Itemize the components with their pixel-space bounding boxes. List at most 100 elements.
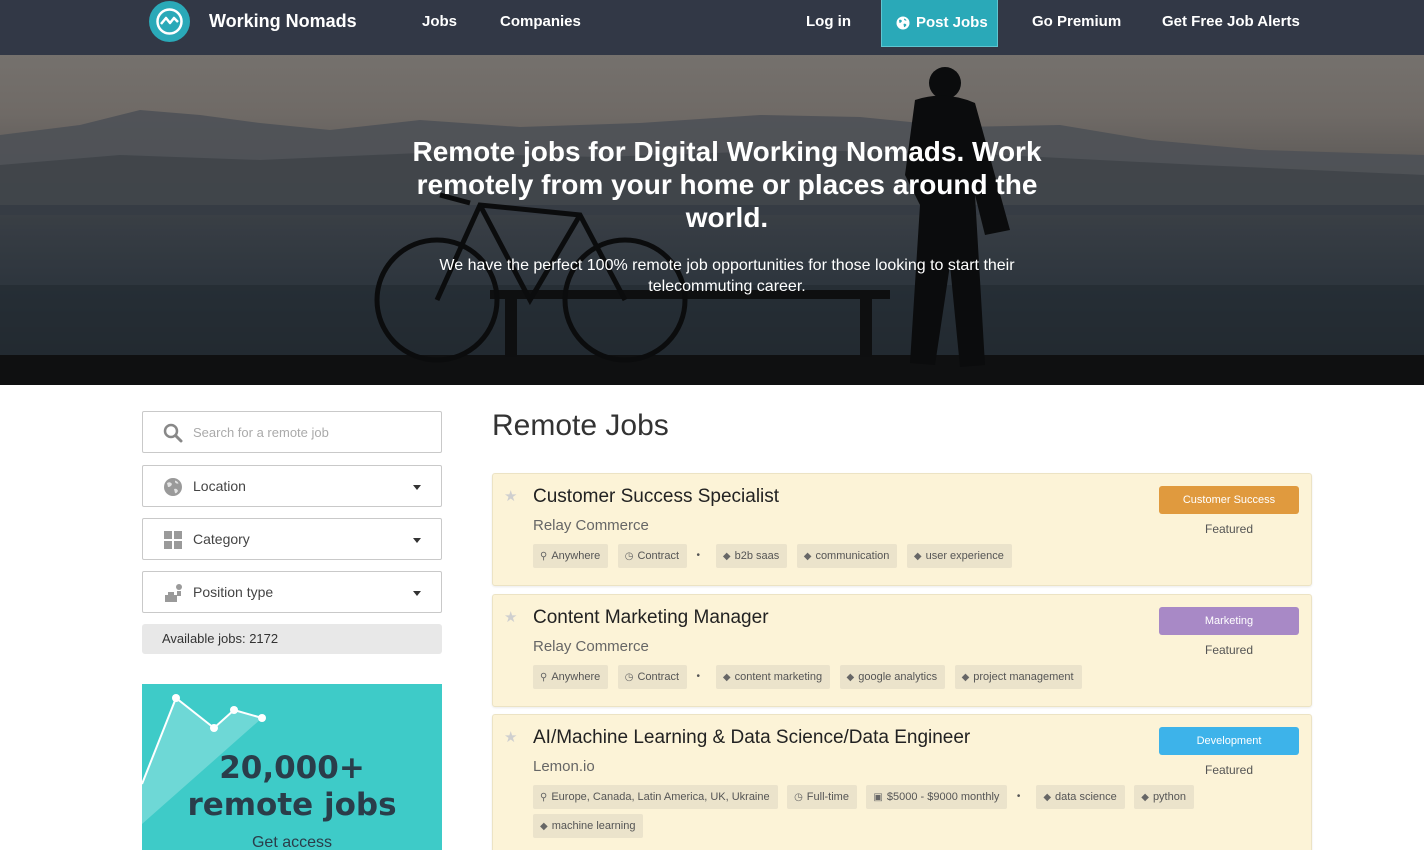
- skill-tag[interactable]: ◆ user experience: [906, 544, 1012, 568]
- location-dropdown[interactable]: Location: [142, 465, 442, 507]
- hero-title: Remote jobs for Digital Working Nomads. …: [412, 136, 1042, 233]
- job-type-tag: ◷ Contract: [617, 544, 688, 568]
- promo-line2: remote jobs: [187, 787, 397, 823]
- separator-dot: •: [696, 671, 700, 682]
- tag-label: data science: [1055, 791, 1117, 803]
- post-jobs-button[interactable]: Post Jobs: [881, 0, 998, 47]
- job-card[interactable]: ★ Content Marketing Manager Relay Commer…: [492, 594, 1312, 707]
- job-card[interactable]: ★ AI/Machine Learning & Data Science/Dat…: [492, 714, 1312, 850]
- location-tag: ⚲ Anywhere: [533, 544, 609, 568]
- tag-label: machine learning: [551, 820, 636, 832]
- job-type-tag: ◷ Contract: [617, 665, 688, 689]
- tag-label: python: [1152, 791, 1186, 803]
- skill-tag[interactable]: ◆ machine learning: [533, 814, 644, 838]
- featured-label: Featured: [1204, 763, 1254, 777]
- separator-dot: •: [1016, 791, 1021, 802]
- skill-tag[interactable]: ◆ content marketing: [715, 665, 831, 689]
- map-pin-icon: ⚲: [540, 551, 548, 562]
- tag-label: b2b saas: [734, 550, 780, 562]
- grid-icon: [164, 531, 182, 549]
- job-company[interactable]: Relay Commerce: [533, 517, 649, 534]
- globe-icon: [164, 478, 182, 496]
- job-title[interactable]: Content Marketing Manager: [533, 607, 769, 629]
- tag-label: Anywhere: [551, 671, 601, 683]
- skill-tag[interactable]: ◆ data science: [1036, 785, 1125, 809]
- tag-icon: ◆: [1043, 792, 1052, 803]
- nav-login-link[interactable]: Log in: [806, 13, 851, 30]
- tag-label: user experience: [925, 550, 1004, 562]
- hero-subtitle: We have the perfect 100% remote job oppo…: [439, 257, 1015, 295]
- tag-label: communication: [815, 550, 890, 562]
- job-company[interactable]: Lemon.io: [533, 758, 595, 775]
- location-tag: ⚲ Europe, Canada, Latin America, UK, Ukra…: [533, 785, 778, 809]
- tag-label: project management: [973, 671, 1074, 683]
- job-tags: ⚲ Anywhere ◷ Contract • ◆ content marketing…: [533, 665, 1133, 694]
- tag-icon: ◆: [961, 672, 970, 683]
- job-company[interactable]: Relay Commerce: [533, 638, 649, 655]
- category-label: Category: [193, 531, 250, 547]
- tag-icon: ◆: [722, 672, 731, 683]
- job-type-tag: ◷ Full-time: [787, 785, 857, 809]
- money-icon: ▣: [873, 792, 883, 803]
- skill-tag[interactable]: ◆ project management: [954, 665, 1082, 689]
- tag-label: Anywhere: [551, 550, 601, 562]
- page-title: Remote Jobs: [492, 409, 669, 442]
- brand-name[interactable]: Working Nomads: [209, 11, 357, 32]
- location-label: Location: [193, 478, 246, 494]
- job-card[interactable]: ★ Customer Success Specialist Relay Comm…: [492, 473, 1312, 586]
- chevron-down-icon: [413, 485, 421, 490]
- job-tags: ⚲ Anywhere ◷ Contract • ◆ b2b saas ◆ communi…: [533, 544, 1133, 573]
- job-title[interactable]: AI/Machine Learning & Data Science/Data …: [533, 727, 970, 749]
- nav-companies-link[interactable]: Companies: [500, 13, 581, 30]
- tag-label: Full-time: [806, 791, 849, 803]
- tag-label: Europe, Canada, Latin America, UK, Ukrai…: [551, 791, 770, 803]
- post-jobs-label: Post Jobs: [916, 14, 988, 31]
- search-input[interactable]: Search for a remote job: [193, 425, 329, 440]
- nav-alerts-link[interactable]: Get Free Job Alerts: [1162, 13, 1300, 30]
- available-jobs-count: Available jobs: 2172: [142, 624, 442, 654]
- featured-label: Featured: [1204, 522, 1254, 536]
- category-badge[interactable]: Development: [1159, 727, 1299, 755]
- star-icon[interactable]: ★: [504, 487, 517, 505]
- chevron-down-icon: [413, 591, 421, 596]
- position-type-dropdown[interactable]: Position type: [142, 571, 442, 613]
- clock-icon: ◷: [624, 551, 634, 562]
- job-tags: ⚲ Europe, Canada, Latin America, UK, Ukra…: [533, 785, 1253, 843]
- top-navbar: Working Nomads Jobs Companies Log in Pos…: [0, 0, 1424, 55]
- star-icon[interactable]: ★: [504, 608, 517, 626]
- promo-cta[interactable]: Get access: [142, 834, 442, 850]
- promo-banner[interactable]: 20,000+ remote jobs Get access: [142, 684, 442, 850]
- search-field[interactable]: Search for a remote job: [142, 411, 442, 453]
- job-title[interactable]: Customer Success Specialist: [533, 486, 779, 508]
- chevron-down-icon: [413, 538, 421, 543]
- skill-tag[interactable]: ◆ communication: [796, 544, 898, 568]
- search-icon: [163, 423, 183, 443]
- nav-jobs-link[interactable]: Jobs: [422, 13, 457, 30]
- map-pin-icon: ⚲: [540, 672, 548, 683]
- tag-label: content marketing: [734, 671, 823, 683]
- map-pin-icon: ⚲: [540, 792, 548, 803]
- category-badge[interactable]: Marketing: [1159, 607, 1299, 635]
- skill-tag[interactable]: ◆ python: [1134, 785, 1194, 809]
- available-jobs-text: Available jobs: 2172: [162, 631, 279, 646]
- promo-headline: 20,000+ remote jobs: [142, 750, 442, 824]
- category-dropdown[interactable]: Category: [142, 518, 442, 560]
- tag-label: google analytics: [858, 671, 938, 683]
- salary-tag: ▣ $5000 - $9000 monthly: [866, 785, 1008, 809]
- tag-label: Contract: [637, 671, 680, 683]
- featured-label: Featured: [1204, 643, 1254, 657]
- briefcase-icon: [165, 584, 182, 602]
- skill-tag[interactable]: ◆ b2b saas: [715, 544, 788, 568]
- tag-icon: ◆: [540, 821, 548, 832]
- position-type-label: Position type: [193, 584, 274, 600]
- tag-icon: ◆: [846, 672, 855, 683]
- star-icon[interactable]: ★: [504, 728, 517, 746]
- hero-banner: Remote jobs for Digital Working Nomads. …: [0, 55, 1424, 385]
- category-badge[interactable]: Customer Success: [1159, 486, 1299, 514]
- tag-icon: ◆: [722, 551, 731, 562]
- tag-icon: ◆: [803, 551, 812, 562]
- tag-label: Contract: [637, 550, 680, 562]
- skill-tag[interactable]: ◆ google analytics: [839, 665, 946, 689]
- nav-premium-link[interactable]: Go Premium: [1032, 13, 1121, 30]
- logo-icon[interactable]: [149, 1, 190, 42]
